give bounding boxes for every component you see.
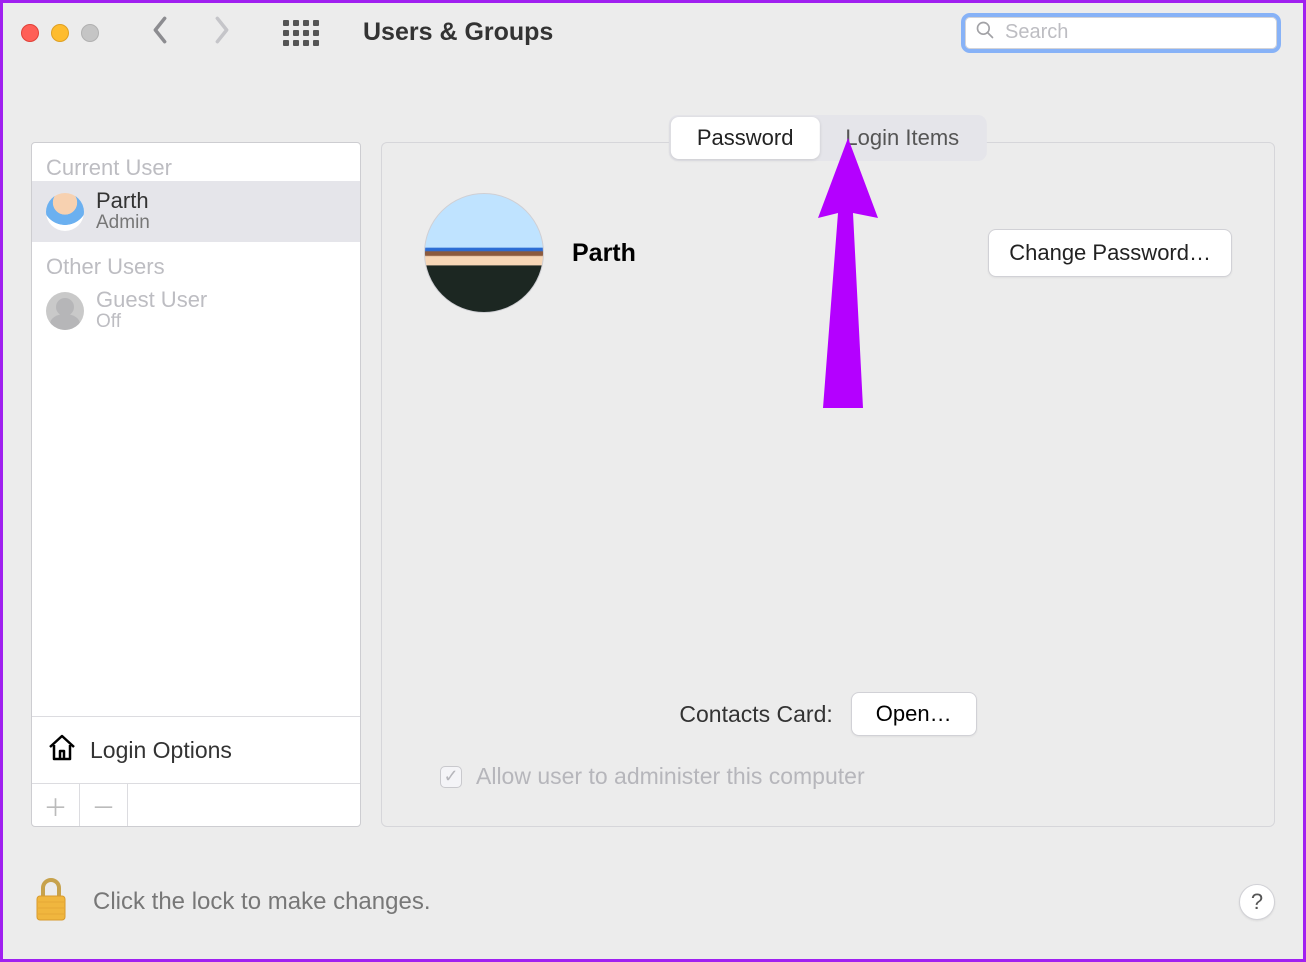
contacts-label: Contacts Card: xyxy=(679,701,832,728)
user-name-label: Parth xyxy=(96,189,150,212)
user-info: Parth Admin xyxy=(96,189,150,234)
window-title: Users & Groups xyxy=(363,18,951,47)
contacts-row: Contacts Card: Open… xyxy=(382,692,1274,736)
close-window-button[interactable] xyxy=(21,24,39,42)
toolbar: Users & Groups xyxy=(3,3,1303,62)
check-icon: ✓ xyxy=(443,766,458,787)
home-icon xyxy=(46,731,78,769)
login-options-button[interactable]: Login Options xyxy=(32,716,360,783)
add-remove-bar: ＋ － xyxy=(32,783,360,826)
change-password-button[interactable]: Change Password… xyxy=(988,229,1232,277)
main-panel: Password Login Items Parth Change Passwo… xyxy=(381,142,1275,827)
current-user-heading: Current User xyxy=(32,143,360,181)
minus-icon: － xyxy=(92,788,116,823)
profile-avatar[interactable] xyxy=(424,193,544,313)
content: Current User Parth Admin Other Users Gue… xyxy=(3,62,1303,827)
search-field-wrap[interactable] xyxy=(961,13,1281,53)
footer: Click the lock to make changes. ? xyxy=(31,874,1275,929)
forward-button[interactable] xyxy=(211,16,233,49)
add-user-button[interactable]: ＋ xyxy=(32,784,80,826)
admin-checkbox-row: ✓ Allow user to administer this computer xyxy=(440,763,865,790)
admin-checkbox-label: Allow user to administer this computer xyxy=(476,763,865,790)
profile-name: Parth xyxy=(572,239,636,268)
avatar-icon xyxy=(46,292,84,330)
search-input[interactable] xyxy=(1005,21,1267,44)
tab-login-items[interactable]: Login Items xyxy=(819,117,985,159)
back-button[interactable] xyxy=(149,16,171,49)
open-contacts-button[interactable]: Open… xyxy=(851,692,977,736)
avatar-icon xyxy=(46,193,84,231)
show-all-prefs-button[interactable] xyxy=(283,20,319,46)
maximize-window-button[interactable] xyxy=(81,24,99,42)
sidebar-user-current[interactable]: Parth Admin xyxy=(32,181,360,242)
sidebar-user-guest[interactable]: Guest User Off xyxy=(32,280,360,341)
user-info: Guest User Off xyxy=(96,288,207,333)
minimize-window-button[interactable] xyxy=(51,24,69,42)
lock-hint-text: Click the lock to make changes. xyxy=(93,888,431,916)
plus-icon: ＋ xyxy=(44,788,68,823)
users-sidebar: Current User Parth Admin Other Users Gue… xyxy=(31,142,361,827)
tabs: Password Login Items xyxy=(669,115,987,161)
user-name-label: Guest User xyxy=(96,288,207,311)
user-role-label: Admin xyxy=(96,212,150,234)
panel-body: Parth Change Password… Contacts Card: Op… xyxy=(381,142,1275,827)
admin-checkbox: ✓ xyxy=(440,766,462,788)
user-role-label: Off xyxy=(96,311,207,333)
remove-user-button[interactable]: － xyxy=(80,784,128,826)
other-users-heading: Other Users xyxy=(32,242,360,280)
window-controls xyxy=(21,24,99,42)
nav-arrows xyxy=(149,16,233,49)
tab-password[interactable]: Password xyxy=(671,117,820,159)
sidebar-spacer xyxy=(32,341,360,716)
search-icon xyxy=(975,20,995,45)
login-options-label: Login Options xyxy=(90,737,232,764)
lock-icon[interactable] xyxy=(31,874,71,929)
profile-row: Parth Change Password… xyxy=(424,193,1232,313)
help-button[interactable]: ? xyxy=(1239,884,1275,920)
